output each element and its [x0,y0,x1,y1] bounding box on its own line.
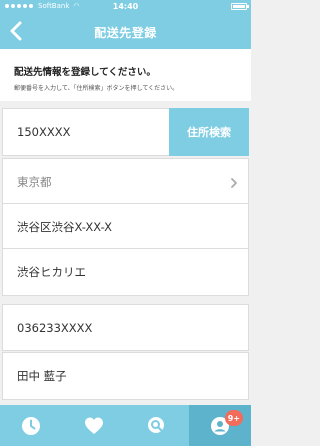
nav-bar: 配送先登録 [0,14,251,49]
zip-code-input[interactable]: 150XXXX [2,108,169,156]
name-input[interactable]: 田中 藍子 [2,352,249,400]
battery-icon [231,3,247,10]
address-search-button[interactable]: 住所検索 [169,108,249,156]
city-address-value: 渋谷区渋谷X-XX-X [17,220,113,234]
phone-input[interactable]: 036233XXXX [2,304,249,351]
prefecture-value: 東京都 [17,175,52,189]
heart-icon [85,417,103,434]
status-time: 14:40 [112,2,139,11]
form-heading: 配送先情報を登録してください。 [14,67,156,78]
building-input[interactable]: 渋谷ヒカリエ [2,248,249,296]
phone-value: 036233XXXX [17,320,93,335]
search-icon [148,416,164,433]
tab-profile[interactable]: 9+ [189,405,251,446]
page-title: 配送先登録 [94,26,157,40]
tab-history[interactable] [0,405,62,446]
zip-code-value: 150XXXX [17,125,71,139]
form-instructions: 郵便番号を入力して、「住所検索」ボタンを押してください。 [14,85,179,92]
name-value: 田中 藍子 [17,369,67,383]
prefecture-select[interactable]: 東京都 [2,158,249,206]
city-address-input[interactable]: 渋谷区渋谷X-XX-X [2,203,249,251]
tab-search[interactable] [126,405,188,446]
notification-badge: 9+ [224,410,243,426]
tab-favorites[interactable] [63,405,125,446]
building-value: 渋谷ヒカリエ [17,265,86,279]
clock-icon [22,416,40,435]
intro-section: 配送先情報を登録してください。 郵便番号を入力して、「住所検索」ボタンを押してく… [0,49,251,101]
status-bar: SoftBank ◠ 14:40 [0,0,251,14]
tab-bar: 9+ [0,405,251,446]
chevron-right-icon [231,178,237,188]
